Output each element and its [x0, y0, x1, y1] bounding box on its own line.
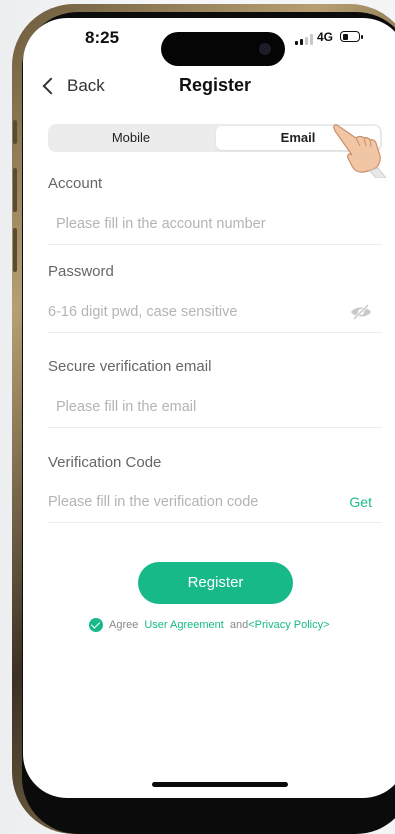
- dynamic-island: [161, 32, 285, 66]
- camera-icon: [259, 43, 271, 55]
- and-text: and: [229, 619, 249, 631]
- register-button[interactable]: Register: [138, 562, 293, 604]
- account-field: [48, 206, 382, 245]
- network-type: 4G: [317, 30, 334, 44]
- home-indicator[interactable]: [152, 782, 288, 787]
- eye-off-icon[interactable]: [350, 304, 372, 320]
- code-field: Get: [48, 484, 382, 523]
- check-circle-icon[interactable]: [89, 618, 103, 632]
- code-label: Verification Code: [48, 454, 162, 471]
- agreement-row: Agree User Agreement and <Privacy Policy…: [89, 618, 330, 632]
- mute-switch: [13, 120, 17, 144]
- account-input[interactable]: [56, 206, 336, 242]
- pointing-hand-icon: [333, 124, 387, 178]
- privacy-policy-link[interactable]: <Privacy Policy>: [248, 619, 329, 631]
- code-input[interactable]: [48, 484, 328, 520]
- agree-text: Agree: [109, 619, 139, 631]
- password-input[interactable]: [48, 294, 328, 330]
- volume-down-button: [13, 228, 17, 272]
- back-button[interactable]: Back: [41, 76, 105, 96]
- chevron-left-icon: [42, 77, 60, 95]
- email-label: Secure verification email: [48, 358, 212, 375]
- volume-up-button: [13, 168, 17, 212]
- back-label: Back: [67, 76, 105, 95]
- status-time: 8:25: [85, 28, 120, 47]
- email-input[interactable]: [56, 389, 336, 425]
- user-agreement-link[interactable]: User Agreement: [144, 619, 223, 631]
- tab-mobile[interactable]: Mobile: [50, 126, 212, 150]
- password-label: Password: [48, 263, 114, 280]
- signal-icon: [295, 34, 313, 45]
- account-label: Account: [48, 175, 103, 192]
- password-field: [48, 294, 382, 333]
- email-field: [48, 389, 382, 428]
- get-code-button[interactable]: Get: [349, 494, 372, 510]
- battery-icon: [340, 31, 363, 42]
